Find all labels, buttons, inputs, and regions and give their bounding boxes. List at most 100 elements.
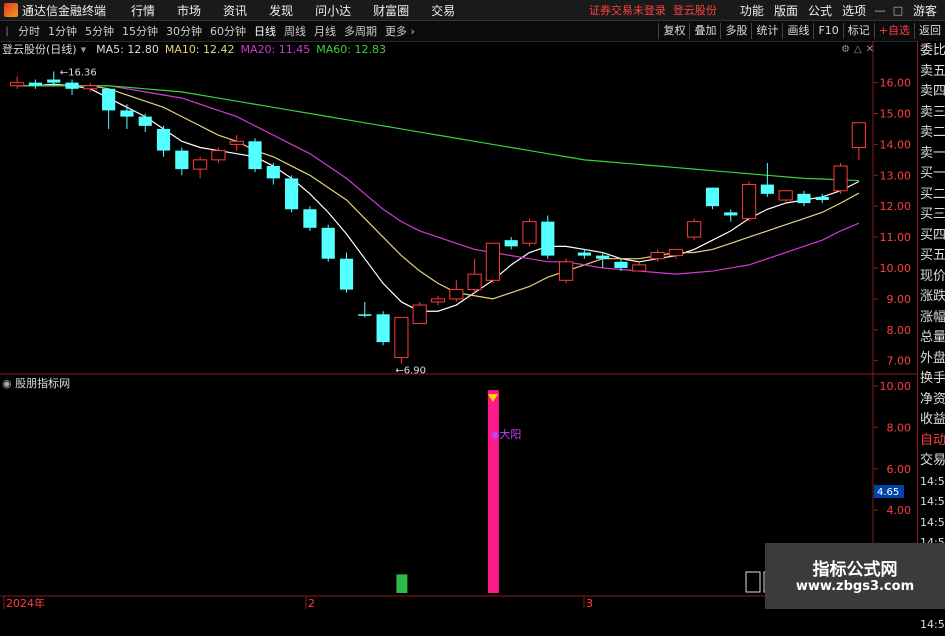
price-axis-label: 14.00 xyxy=(880,138,912,151)
candle-body xyxy=(467,273,482,291)
chart-collapse-icon[interactable]: △ xyxy=(854,44,862,55)
menu-caifuquan[interactable]: 财富圈 xyxy=(362,2,420,19)
menu-banmian[interactable]: 版面 xyxy=(769,2,803,19)
minimize-icon[interactable]: — xyxy=(871,4,889,17)
menu-gongneng[interactable]: 功能 xyxy=(735,2,769,19)
toolbar-handle-icon: | xyxy=(5,25,9,37)
candle-body xyxy=(266,166,280,179)
tool-duogu[interactable]: 多股 xyxy=(720,23,751,39)
price-axis-label: 15.00 xyxy=(880,108,912,121)
menu-jiaoyi[interactable]: 交易 xyxy=(420,2,466,19)
period-60min[interactable]: 60分钟 xyxy=(206,23,250,39)
tool-add-favorite[interactable]: +自选 xyxy=(873,23,914,39)
indicator-panel-title: ◉ 股朋指标网 xyxy=(2,377,71,390)
low-price-label: ←6.90 xyxy=(395,366,426,377)
dropdown-icon[interactable]: ▾ xyxy=(81,43,87,56)
date-label: 2024年 xyxy=(6,596,45,609)
period-30min[interactable]: 30分钟 xyxy=(162,23,206,39)
candle-body xyxy=(851,122,866,148)
tool-tongji[interactable]: 统计 xyxy=(751,23,782,39)
candle-body xyxy=(797,193,811,204)
indicator-axis-label: 6.00 xyxy=(887,463,912,476)
tool-fuquan[interactable]: 复权 xyxy=(658,23,689,39)
quote-label-12: 涨跌 xyxy=(920,289,945,304)
period-more[interactable]: 更多 › xyxy=(381,23,419,39)
candle-body xyxy=(211,150,226,161)
date-label: 3 xyxy=(586,597,593,609)
price-axis-label: 16.00 xyxy=(880,77,912,90)
quote-label-9: 买四 xyxy=(920,227,945,243)
chart-gear-icon[interactable]: ⚙ xyxy=(841,44,850,55)
indicator-dropdown-icon[interactable]: ◉ xyxy=(2,377,12,390)
ma20-label: MA20: 11.45 xyxy=(240,42,311,56)
candle-body xyxy=(102,88,116,111)
chart-close-icon[interactable]: ✕ xyxy=(866,44,874,55)
candle-body xyxy=(358,314,372,316)
indicator-axis-label: 8.00 xyxy=(887,421,912,434)
indicator-axis-label: 10.00 xyxy=(880,380,912,393)
candle-body xyxy=(485,242,500,281)
candle-body xyxy=(120,110,134,117)
login-warning[interactable]: 证券交易未登录 登云股份 xyxy=(589,2,717,18)
candle-body xyxy=(394,316,409,359)
quote-label-16: 换手 xyxy=(920,371,945,386)
candle-body xyxy=(430,298,446,303)
period-monthly[interactable]: 月线 xyxy=(310,23,340,39)
candle-body xyxy=(558,261,574,281)
ma10-label: MA10: 12.42 xyxy=(164,42,235,56)
watermark-url: www.zbgs3.com xyxy=(795,579,915,594)
candle-body xyxy=(339,258,354,290)
hollow-bar xyxy=(745,571,761,593)
quote-label-18: 收益 xyxy=(920,412,945,427)
kline-chart[interactable]: 16.00 15.00 14.00 13.00 12.00 11.00 10.00 9.00 8… xyxy=(0,41,917,609)
tool-huaxian[interactable]: 画线 xyxy=(782,23,813,39)
price-axis-label: 12.00 xyxy=(880,200,912,213)
candle-body xyxy=(687,221,702,238)
menu-zixun[interactable]: 资讯 xyxy=(212,2,258,19)
menu-hangqing[interactable]: 行情 xyxy=(120,2,166,19)
quote-label-8: 买三 xyxy=(920,207,945,222)
candle-body xyxy=(632,264,647,272)
candle-body xyxy=(321,227,335,259)
candle-body xyxy=(668,248,683,257)
app-logo-icon xyxy=(4,3,18,17)
period-weekly[interactable]: 周线 xyxy=(280,23,310,39)
quote-label-19[interactable]: 自动 xyxy=(918,431,945,452)
period-5min[interactable]: 5分钟 xyxy=(81,23,118,39)
watermark-title: 指标公式网 xyxy=(812,560,898,580)
candle-body xyxy=(28,82,43,86)
candle-body xyxy=(138,116,152,126)
candle-body xyxy=(833,165,848,192)
candle-body xyxy=(760,184,774,194)
period-fenshi[interactable]: 分时 xyxy=(14,23,44,39)
tool-back[interactable]: 返回 xyxy=(914,23,945,39)
candle-body xyxy=(156,128,171,151)
candle-body xyxy=(285,178,299,210)
quote-label-6: 买一 xyxy=(920,166,945,181)
candle-body xyxy=(449,289,464,300)
candle-body xyxy=(303,209,317,228)
guest-label[interactable]: 游客 xyxy=(913,2,937,19)
period-multi[interactable]: 多周期 xyxy=(340,23,381,39)
tool-f10[interactable]: F10 xyxy=(813,23,842,39)
period-daily[interactable]: 日线 xyxy=(250,23,280,39)
menu-wenxiaoda[interactable]: 问小达 xyxy=(304,2,362,19)
current-value-label: 4.65 xyxy=(877,487,899,498)
maximize-icon[interactable]: □ xyxy=(889,4,907,17)
menu-faxian[interactable]: 发现 xyxy=(258,2,304,19)
quote-label-7: 买二 xyxy=(920,186,945,202)
menu-gongshi[interactable]: 公式 xyxy=(803,2,837,19)
quote-label-20[interactable]: 交易 xyxy=(918,451,945,472)
candle-body xyxy=(596,255,610,259)
period-15min[interactable]: 15分钟 xyxy=(118,23,162,39)
quote-label-5: 卖一 xyxy=(920,145,945,161)
period-1min[interactable]: 1分钟 xyxy=(44,23,81,39)
menu-xuanxiang[interactable]: 选项 xyxy=(837,2,871,19)
quote-label-3: 卖三 xyxy=(920,104,945,120)
tool-diejia[interactable]: 叠加 xyxy=(689,23,720,39)
quote-label-4: 卖二 xyxy=(920,125,945,140)
menu-bar: 通达信金融终端 行情 市场 资讯 发现 问小达 财富圈 交易 证券交易未登录 登… xyxy=(0,0,945,21)
tool-biaoji[interactable]: 标记 xyxy=(842,23,874,39)
menu-shichang[interactable]: 市场 xyxy=(166,2,212,19)
quote-label-10: 买五 xyxy=(920,248,945,263)
